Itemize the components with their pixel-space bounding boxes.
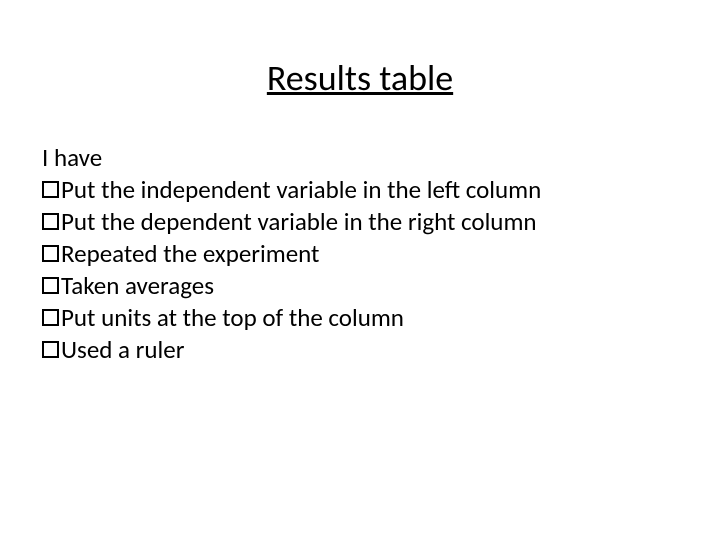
list-item: Used a ruler (42, 334, 720, 366)
checkbox-icon (42, 245, 59, 262)
list-item: Taken averages (42, 270, 720, 302)
list-item: Put the dependent variable in the right … (42, 206, 720, 238)
slide: Results table I have Put the independent… (0, 0, 720, 540)
list-item: Put the independent variable in the left… (42, 174, 720, 206)
list-item-label: Taken averages (61, 270, 214, 302)
list-item: Put units at the top of the column (42, 302, 720, 334)
list-item-label: Put the dependent variable in the right … (61, 206, 537, 238)
list-item-label: Used a ruler (61, 334, 184, 366)
list-item-label: Repeated the experiment (61, 238, 319, 270)
slide-title: Results table (0, 56, 720, 100)
checkbox-icon (42, 181, 59, 198)
list-item-label: Put units at the top of the column (61, 302, 404, 334)
intro-text: I have (42, 142, 720, 174)
checkbox-icon (42, 213, 59, 230)
checkbox-icon (42, 341, 59, 358)
slide-content: I have Put the independent variable in t… (0, 142, 720, 366)
list-item: Repeated the experiment (42, 238, 720, 270)
list-item-label: Put the independent variable in the left… (61, 174, 541, 206)
checkbox-icon (42, 277, 59, 294)
checkbox-icon (42, 309, 59, 326)
